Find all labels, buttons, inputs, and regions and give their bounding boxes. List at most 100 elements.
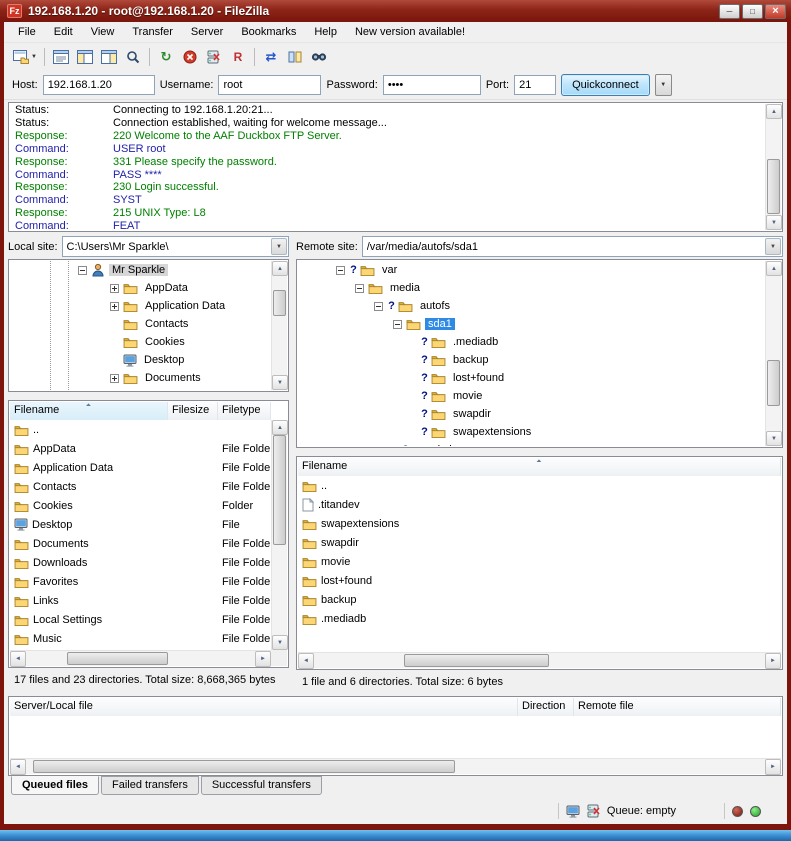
scroll-left-button[interactable]: ◄ (298, 653, 314, 669)
remote-splitter[interactable] (296, 448, 783, 456)
refresh-button[interactable]: ↻ (154, 46, 178, 68)
minimize-button[interactable]: ─ (719, 4, 740, 19)
port-input[interactable] (514, 75, 556, 95)
scrollbar-thumb[interactable] (767, 360, 780, 407)
file-row[interactable]: ContactsFile Folder (10, 477, 271, 496)
disconnect-button[interactable] (202, 46, 226, 68)
column-header-filename[interactable]: ▲Filename (10, 402, 168, 420)
tree-item-lost-found[interactable]: ? lost+found (298, 369, 765, 387)
scroll-down-button[interactable]: ▼ (766, 431, 782, 446)
scroll-down-button[interactable]: ▼ (272, 375, 288, 390)
toggle-remote-tree-button[interactable] (97, 46, 121, 68)
title-bar[interactable]: Fz 192.168.1.20 - root@192.168.1.20 - Fi… (0, 0, 791, 22)
tree-item-dvd[interactable]: ? dvd (298, 441, 765, 446)
host-input[interactable] (43, 75, 155, 95)
column-header-filetype[interactable]: Filetype (218, 402, 271, 420)
collapse-icon[interactable] (374, 302, 383, 311)
expand-icon[interactable] (110, 302, 119, 311)
local-file-list[interactable]: ▲Filename Filesize Filetype .. AppDataFi… (8, 400, 289, 668)
remote-tree[interactable]: ? var media ? aut (296, 259, 783, 448)
message-log[interactable]: Status:Connecting to 192.168.1.20:21... … (8, 102, 783, 232)
synchronized-browsing-button[interactable]: ⇄ (259, 46, 283, 68)
column-header-filesize[interactable]: Filesize (168, 402, 218, 420)
tab-successful-transfers[interactable]: Successful transfers (201, 776, 322, 795)
site-manager-button[interactable]: ▼ (10, 46, 40, 68)
scrollbar-thumb[interactable] (273, 435, 286, 545)
reconnect-button[interactable]: R (226, 46, 250, 68)
password-input[interactable] (383, 75, 481, 95)
scrollbar-thumb[interactable] (404, 654, 548, 667)
scrollbar-thumb[interactable] (67, 652, 168, 665)
transfer-queue[interactable]: Server/Local file Direction Remote file … (8, 696, 783, 776)
scroll-left-button[interactable]: ◄ (10, 651, 26, 667)
scrollbar-thumb[interactable] (273, 290, 286, 316)
cancel-operation-button[interactable] (178, 46, 202, 68)
file-row[interactable]: FavoritesFile Folder (10, 572, 271, 591)
scroll-right-button[interactable]: ► (765, 653, 781, 669)
file-row[interactable]: DocumentsFile Folder (10, 534, 271, 553)
file-row[interactable]: swapdir (298, 533, 781, 552)
local-list-horizontal-scrollbar[interactable]: ◄ ► (10, 650, 271, 666)
queue-horizontal-scrollbar[interactable]: ◄ ► (10, 758, 781, 774)
scrollbar-thumb[interactable] (767, 159, 780, 214)
file-row[interactable]: lost+found (298, 571, 781, 590)
column-header-direction[interactable]: Direction (518, 698, 574, 716)
tree-item-media[interactable]: media (298, 279, 765, 297)
file-row[interactable]: Local SettingsFile Folder (10, 610, 271, 629)
collapse-icon[interactable] (355, 284, 364, 293)
remote-list-horizontal-scrollbar[interactable]: ◄ ► (298, 652, 781, 668)
quickconnect-dropdown-button[interactable]: ▼ (655, 74, 672, 96)
combo-dropdown-icon[interactable]: ▼ (271, 238, 287, 255)
tree-item-backup[interactable]: ? backup (298, 351, 765, 369)
username-input[interactable] (218, 75, 321, 95)
local-tree-vertical-scrollbar[interactable]: ▲ ▼ (271, 261, 287, 390)
directory-listing-filter-button[interactable] (121, 46, 145, 68)
close-button[interactable]: × (765, 4, 786, 19)
menu-transfer[interactable]: Transfer (123, 23, 182, 41)
tree-item-var[interactable]: ? var (298, 261, 765, 279)
scroll-up-button[interactable]: ▲ (766, 261, 782, 276)
tree-item-mediadb[interactable]: ? .mediadb (298, 333, 765, 351)
server-icon[interactable] (587, 804, 600, 818)
toggle-message-log-button[interactable] (49, 46, 73, 68)
directory-comparison-button[interactable] (283, 46, 307, 68)
scroll-up-button[interactable]: ▲ (272, 261, 288, 276)
menu-file[interactable]: File (9, 23, 45, 41)
menu-bookmarks[interactable]: Bookmarks (232, 23, 305, 41)
scroll-right-button[interactable]: ► (255, 651, 271, 667)
local-tree[interactable]: Mr Sparkle AppData Application Data (8, 259, 289, 392)
remote-file-list[interactable]: ▲Filename .. .titandev swapextensions sw… (296, 456, 783, 670)
collapse-icon[interactable] (78, 266, 87, 275)
file-row[interactable]: DownloadsFile Folder (10, 553, 271, 572)
scroll-right-button[interactable]: ► (765, 759, 781, 775)
file-row[interactable]: .titandev (298, 495, 781, 514)
menu-view[interactable]: View (82, 23, 124, 41)
collapse-icon[interactable] (393, 320, 402, 329)
menu-help[interactable]: Help (305, 23, 346, 41)
local-list-vertical-scrollbar[interactable]: ▲ ▼ (271, 420, 287, 650)
tree-item-sda1[interactable]: sda1 (298, 315, 765, 333)
local-splitter[interactable] (8, 392, 289, 400)
tab-failed-transfers[interactable]: Failed transfers (101, 776, 199, 795)
file-row[interactable]: backup (298, 590, 781, 609)
file-row[interactable]: swapextensions (298, 514, 781, 533)
file-row[interactable]: LinksFile Folder (10, 591, 271, 610)
scroll-up-button[interactable]: ▲ (766, 104, 782, 119)
column-header-filename[interactable]: ▲Filename (298, 458, 781, 476)
find-files-button[interactable] (307, 46, 331, 68)
scroll-up-button[interactable]: ▲ (272, 420, 288, 435)
pane-splitter[interactable] (289, 236, 296, 694)
combo-dropdown-icon[interactable]: ▼ (765, 238, 781, 255)
column-header-server-local-file[interactable]: Server/Local file (10, 698, 518, 716)
file-row[interactable]: CookiesFolder (10, 496, 271, 515)
column-header-remote-file[interactable]: Remote file (574, 698, 781, 716)
file-row[interactable]: MusicFile Folder (10, 629, 271, 648)
log-vertical-scrollbar[interactable]: ▲ ▼ (765, 104, 781, 230)
tree-item-autofs[interactable]: ? autofs (298, 297, 765, 315)
maximize-button[interactable]: □ (742, 4, 763, 19)
remote-site-combobox[interactable]: /var/media/autofs/sda1 ▼ (362, 236, 783, 257)
tree-item-movie[interactable]: ? movie (298, 387, 765, 405)
collapse-icon[interactable] (336, 266, 345, 275)
file-row[interactable]: movie (298, 552, 781, 571)
remote-tree-vertical-scrollbar[interactable]: ▲ ▼ (765, 261, 781, 446)
